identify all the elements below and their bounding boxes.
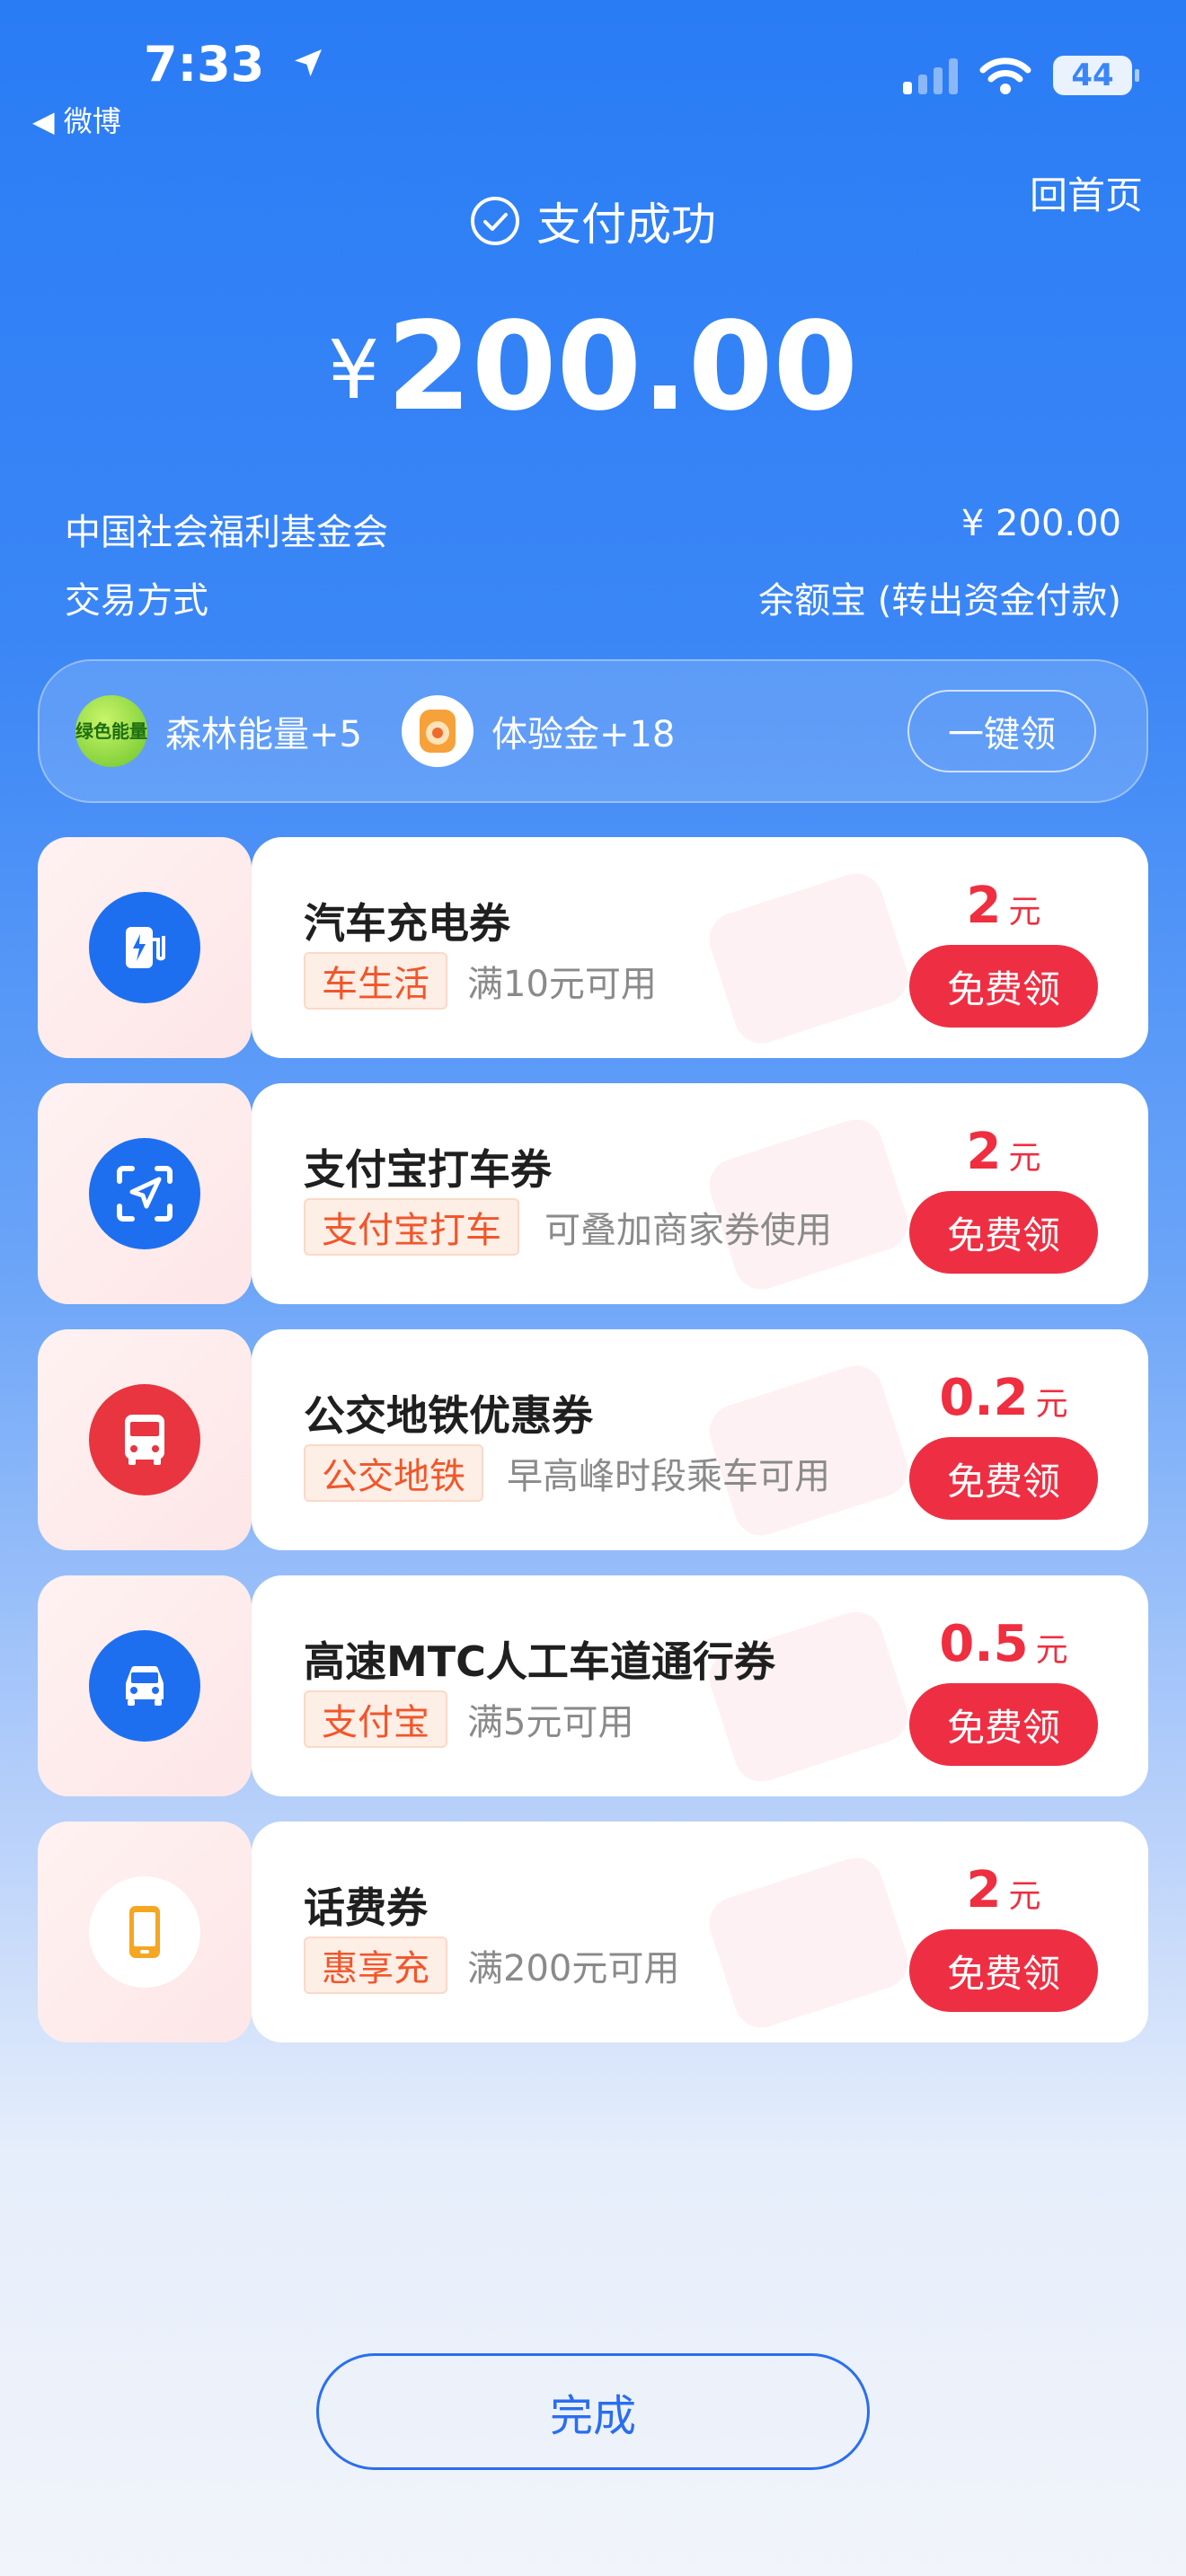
reward-label: 森林能量+5 — [165, 714, 362, 755]
coupon-value-unit: 元 — [1008, 1140, 1041, 1177]
wifi-icon — [979, 57, 1031, 94]
coupon-body: 高速MTC人工车道通行券 支付宝 满5元可用 0.5 元 免费领 — [252, 1575, 1148, 1796]
reward-trial-gold: 体验金+18 — [401, 695, 676, 767]
navigation-arrow-icon — [89, 1138, 200, 1249]
coupon-card: 公交地铁优惠券 公交地铁 早高峰时段乘车可用 0.2 元 免费领 — [38, 1329, 1148, 1550]
claim-coupon-button[interactable]: 免费领 — [909, 1191, 1098, 1274]
coupon-body: 公交地铁优惠券 公交地铁 早高峰时段乘车可用 0.2 元 免费领 — [252, 1329, 1148, 1550]
battery-level: 44 — [1071, 57, 1114, 93]
claim-coupon-button[interactable]: 免费领 — [909, 1683, 1098, 1766]
coupon-condition: 满10元可用 — [467, 964, 657, 1005]
coupon-body: 汽车充电券 车生活 满10元可用 2元 免费领 — [252, 837, 1148, 1058]
coupon-stub — [38, 1822, 252, 2042]
status-time: 7:33 — [144, 36, 326, 93]
check-circle-icon — [471, 197, 519, 245]
claim-coupon-button[interactable]: 免费领 — [909, 1437, 1098, 1520]
payment-method-row: 交易方式 余额宝 (转出资金付款) — [65, 571, 1121, 623]
coupon-value-number: 2 — [966, 1123, 1002, 1181]
coupon-tag: 支付宝打车 — [304, 1198, 519, 1256]
currency-symbol: ¥ — [327, 323, 380, 418]
success-text: 支付成功 — [536, 198, 716, 251]
coupon-value-number: 2 — [966, 877, 1002, 935]
coupon-card: 话费券 惠享充 满200元可用 2元 免费领 — [38, 1822, 1148, 2042]
coupon-title: 话费券 — [304, 1883, 428, 1932]
coupon-title: 汽车充电券 — [304, 899, 510, 948]
coupon-title: 支付宝打车券 — [304, 1145, 552, 1194]
coupon-tag: 车生活 — [304, 952, 447, 1010]
coupon-value-unit: 元 — [1008, 1878, 1041, 1915]
done-button[interactable]: 完成 — [316, 2353, 870, 2470]
coupon-condition: 早高峰时段乘车可用 — [507, 1456, 830, 1497]
coupon-tag: 惠享充 — [304, 1936, 447, 1994]
coupon-stub — [38, 1329, 252, 1550]
car-icon — [89, 1630, 200, 1742]
payment-success-title: 支付成功 — [0, 189, 1186, 253]
coupon-title: 公交地铁优惠券 — [304, 1391, 593, 1440]
location-arrow-icon — [290, 36, 326, 93]
payment-method-label: 交易方式 — [65, 580, 208, 622]
payment-amount: ¥200.00 — [0, 296, 1186, 438]
rewards-bar: 绿色能量 森林能量+5 体验金+18 一键领 — [38, 659, 1148, 803]
claim-coupon-button[interactable]: 免费领 — [909, 945, 1098, 1028]
coupon-value-number: 0.2 — [939, 1369, 1029, 1427]
coupon-value-unit: 元 — [1035, 1632, 1068, 1669]
bus-icon — [89, 1384, 200, 1495]
coupon-condition: 满5元可用 — [467, 1702, 634, 1743]
payment-method-value: 余额宝 (转出资金付款) — [758, 580, 1121, 622]
coupon-value-number: 0.5 — [939, 1615, 1029, 1673]
coupon-value: 2元 — [909, 877, 1098, 935]
coupon-condition: 满200元可用 — [467, 1948, 680, 1989]
coupon-value: 0.2 元 — [909, 1369, 1098, 1427]
coupon-body: 支付宝打车券 支付宝打车 可叠加商家券使用 2元 免费领 — [252, 1083, 1148, 1304]
phone-icon — [89, 1876, 200, 1988]
payee-name: 中国社会福利基金会 — [65, 512, 388, 553]
back-to-app-link[interactable]: ◀ 微博 — [32, 99, 121, 140]
reward-forest-energy: 绿色能量 森林能量+5 — [75, 695, 362, 767]
coupon-stub — [38, 1575, 252, 1796]
coupon-value-unit: 元 — [1008, 894, 1041, 931]
coupon-card: 支付宝打车券 支付宝打车 可叠加商家券使用 2元 免费领 — [38, 1083, 1148, 1304]
coupon-stub — [38, 1083, 252, 1304]
ev-charging-icon — [89, 892, 200, 1003]
coupon-value: 0.5 元 — [909, 1615, 1098, 1673]
coupon-condition: 可叠加商家券使用 — [544, 1210, 832, 1251]
coupon-body: 话费券 惠享充 满200元可用 2元 免费领 — [252, 1822, 1148, 2042]
claim-all-button[interactable]: 一键领 — [907, 690, 1096, 772]
amount-value: 200.00 — [386, 296, 859, 438]
cellular-signal-icon — [903, 57, 958, 94]
time-text: 7:33 — [144, 36, 265, 93]
payee-amount: ¥ 200.00 — [960, 503, 1121, 544]
coupon-card: 汽车充电券 车生活 满10元可用 2元 免费领 — [38, 837, 1148, 1058]
coupon-value-number: 2 — [966, 1861, 1002, 1919]
status-indicators: 44 — [903, 56, 1139, 95]
gold-coin-icon — [401, 695, 474, 767]
coupon-tag: 支付宝 — [304, 1690, 447, 1748]
coupon-stub — [38, 837, 252, 1058]
coupon-title: 高速MTC人工车道通行券 — [304, 1637, 775, 1686]
reward-label: 体验金+18 — [491, 714, 676, 755]
coupon-value-unit: 元 — [1035, 1386, 1068, 1423]
coupon-card: 高速MTC人工车道通行券 支付宝 满5元可用 0.5 元 免费领 — [38, 1575, 1148, 1796]
claim-coupon-button[interactable]: 免费领 — [909, 1929, 1098, 2012]
payee-row: 中国社会福利基金会 ¥ 200.00 — [65, 503, 1121, 555]
coupon-value: 2元 — [909, 1861, 1098, 1919]
battery-icon: 44 — [1053, 56, 1139, 95]
green-energy-icon: 绿色能量 — [75, 695, 147, 767]
coupon-value: 2元 — [909, 1123, 1098, 1181]
coupon-tag: 公交地铁 — [304, 1444, 483, 1502]
